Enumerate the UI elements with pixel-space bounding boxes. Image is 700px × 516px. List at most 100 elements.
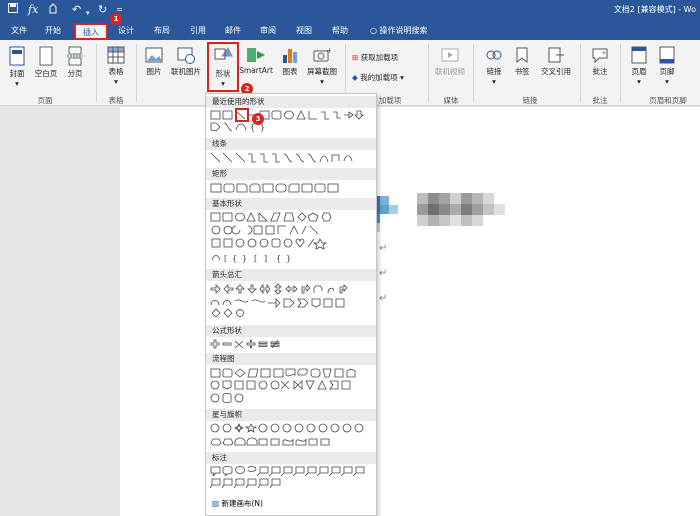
save-icon[interactable] [8,3,18,17]
stars-banners-grid [210,423,364,446]
picture-button[interactable]: 图片 [143,46,165,77]
step-badge-3: 3 [252,113,264,125]
svg-text:{: { [276,254,281,263]
paragraph-mark-icon: ↵ [379,293,388,304]
screenshot-button[interactable]: + 屏幕截图 ▾ [304,46,340,86]
chart-icon [283,49,297,63]
cover-dropdown-icon: ▾ [15,79,19,88]
footer-button[interactable]: 页脚 ▾ [656,46,678,86]
tab-mailings[interactable]: 邮件 [220,23,246,40]
tab-file[interactable]: 文件 [6,23,32,40]
table-button[interactable]: 表格 ▾ [104,46,128,86]
separator [473,44,474,102]
link-button[interactable]: 链接 ▾ [482,46,506,86]
get-addins-button[interactable]: ⊞ 获取加载项 [352,52,398,63]
window-title: 文档2 [兼容模式] - Wo [613,5,696,14]
screenshot-dropdown-icon: ▾ [320,77,324,86]
group-comments-label: 批注 [592,96,608,105]
line-shape-highlight-box [235,108,249,122]
separator [96,44,97,102]
ribbon-tabs: 文件 开始 插入 设计 布局 引用 邮件 审阅 视图 帮助 ○ 操作说明搜索 [0,20,700,40]
tab-layout[interactable]: 布局 [149,23,175,40]
svg-text:}: } [286,254,291,263]
formula-icon[interactable]: fx [28,3,38,17]
undo-dropdown-icon[interactable]: ▾ [86,6,90,20]
redo-icon[interactable]: ↻ [98,3,107,17]
block-arrows-grid [210,283,348,318]
smartart-icon [247,48,265,62]
shapes-gallery: 最近使用的形状 { } 3 线条 矩形 基本形状 [{} [] {} 箭… [205,93,377,516]
tab-design[interactable]: 设计 [113,23,139,40]
group-links-label: 链接 [522,96,538,105]
section-equation-shapes: 公式形状 [206,325,376,337]
link-icon [486,50,502,60]
section-flowchart: 流程图 [206,353,376,365]
lightbulb-icon: ○ [370,26,377,35]
header-dropdown-icon: ▾ [637,77,641,86]
svg-text:{: { [232,254,237,263]
svg-text:+: + [326,46,331,55]
store-icon: ⊞ [352,53,359,62]
new-canvas-button[interactable]: ▨ 新建画布(N) [212,498,263,509]
comment-button[interactable]: + 批注 [587,46,613,77]
separator [136,44,137,102]
footer-icon [659,46,675,64]
undo-icon[interactable]: ↶ [72,3,81,17]
tab-help[interactable]: 帮助 [327,23,353,40]
blank-page-icon [39,46,53,66]
chart-button[interactable]: 图表 [278,46,302,77]
online-video-icon [441,48,459,62]
callouts-grid [210,466,365,489]
picture-icon [145,47,163,63]
svg-text:]: ] [264,254,267,263]
header-button[interactable]: 页眉 ▾ [628,46,650,86]
tab-review[interactable]: 审阅 [255,23,281,40]
page-break-icon [67,46,83,66]
blurred-content [417,193,527,233]
tab-insert[interactable]: 插入 [74,23,108,40]
touch-mode-icon[interactable] [48,3,60,18]
section-recent-shapes: 最近使用的形状 [206,96,376,108]
section-lines: 线条 [206,138,376,150]
my-addins-button[interactable]: ◆ 我的加载项 ▾ [352,72,404,83]
smartart-button[interactable]: SmartArt [238,46,274,75]
cover-button[interactable]: 封面 ▾ [6,46,28,88]
my-addins-dropdown-icon: ▾ [400,73,404,82]
group-tables-label: 表格 [108,96,124,105]
equation-shapes-grid [210,339,280,349]
page-break-button[interactable]: 分页 [64,46,86,79]
step-badge-1: 1 [110,13,122,25]
svg-text:}: } [242,254,247,263]
tab-view[interactable]: 视图 [291,23,317,40]
paragraph-mark-icon: ↵ [379,268,388,279]
flowchart-grid [210,368,356,403]
camera-icon: + [313,46,331,62]
section-stars-and-banners: 星与旗帜 [206,409,376,421]
shapes-highlight-box [207,42,239,92]
section-block-arrows: 箭头总汇 [206,269,376,281]
paragraph-mark-icon: ↵ [379,243,388,254]
link-dropdown-icon: ▾ [492,77,496,86]
group-media-label: 媒体 [443,96,459,105]
addins-icon: ◆ [352,73,358,82]
section-rectangles: 矩形 [206,168,376,180]
bookmark-icon [516,47,528,64]
bookmark-button[interactable]: 书签 [510,46,534,77]
cross-reference-icon [548,47,564,63]
blank-page-button[interactable]: 空白页 [32,46,60,79]
tab-home[interactable]: 开始 [40,23,66,40]
group-headerfooter-label: 页眉和页脚 [649,96,687,105]
online-picture-button[interactable]: 联机图片 [168,46,204,77]
footer-dropdown-icon: ▾ [665,77,669,86]
tell-me-search[interactable]: ○ 操作说明搜索 [370,23,428,38]
comment-icon: + [592,48,608,64]
separator [428,44,429,102]
tab-references[interactable]: 引用 [185,23,211,40]
cross-reference-button[interactable]: 交叉引用 [538,46,574,77]
online-video-button[interactable]: 联机视频 [432,46,468,77]
svg-text:[: [ [254,254,257,263]
rectangles-grid [210,183,339,193]
section-basic-shapes: 基本形状 [206,198,376,210]
svg-text:+: + [601,49,607,57]
svg-text:[: [ [224,254,227,263]
